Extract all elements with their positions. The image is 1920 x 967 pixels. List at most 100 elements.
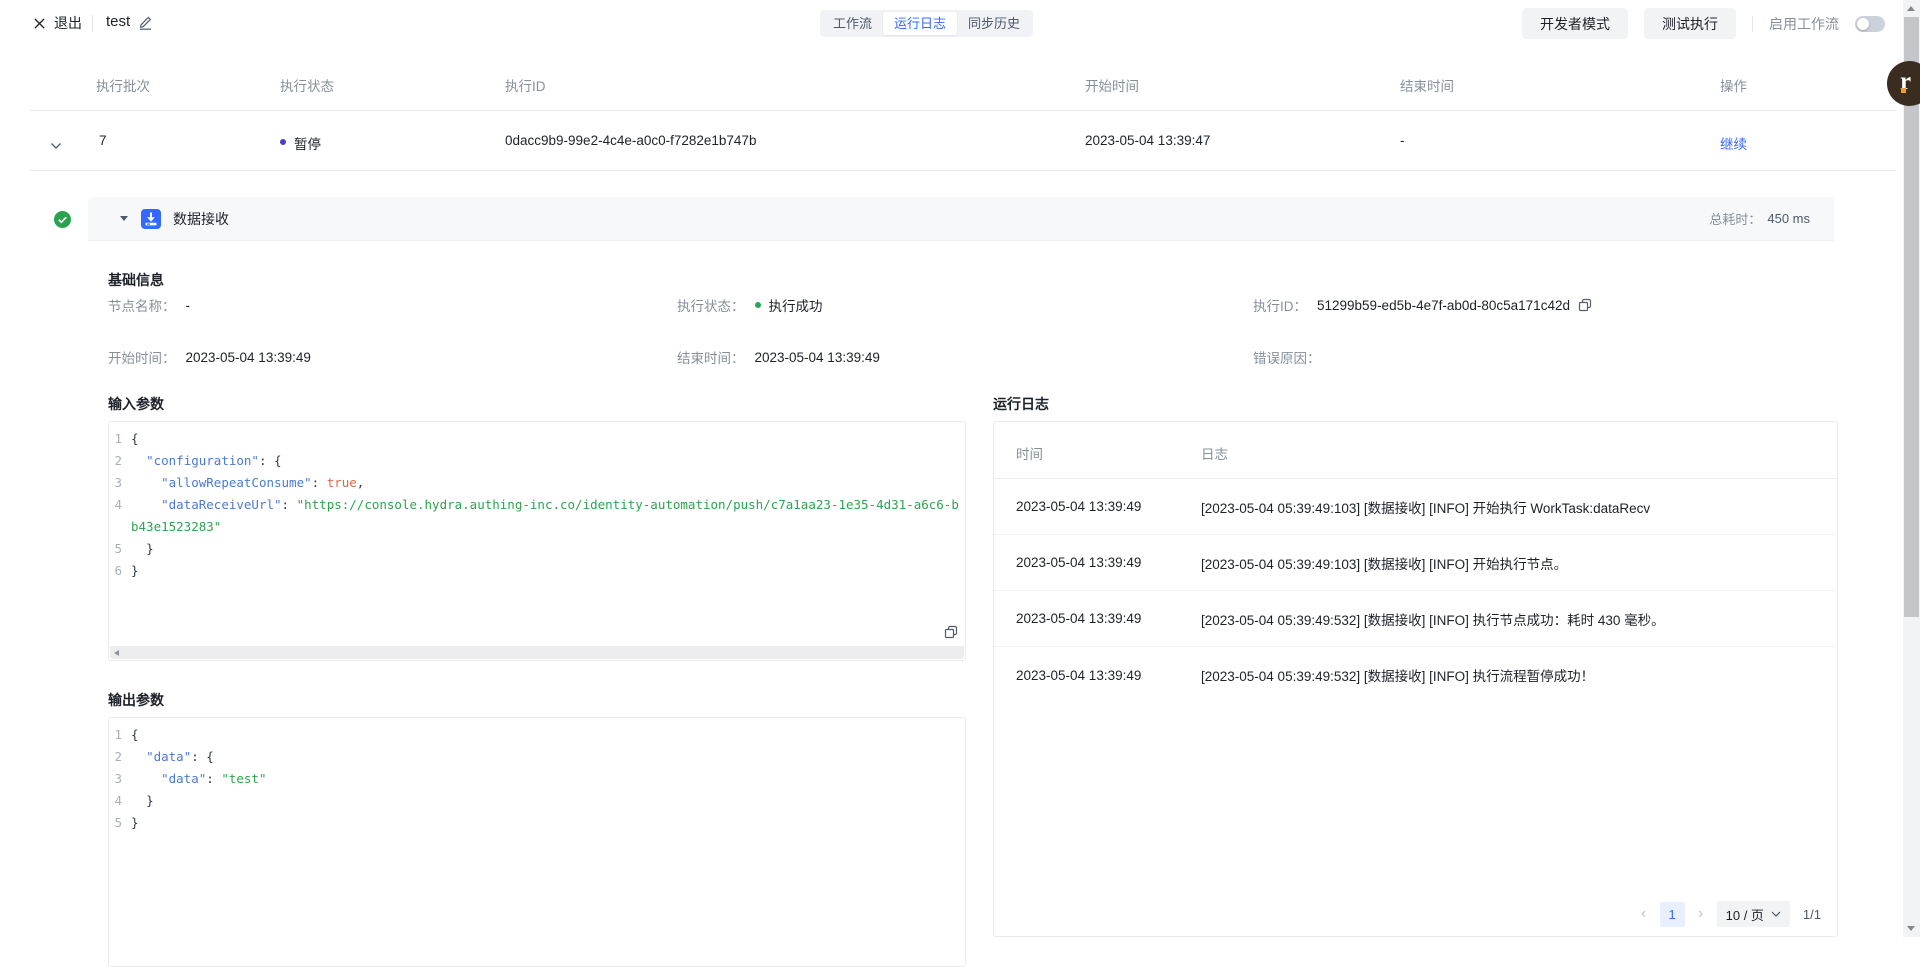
col-header-end-time: 结束时间 <box>1400 75 1454 95</box>
line-number: 6 <box>109 560 131 582</box>
code-line: 4 } <box>109 790 959 812</box>
node-panel-header[interactable]: 数据接收 总耗时： 450 ms <box>88 197 1834 241</box>
tab-run-log[interactable]: 运行日志 <box>883 12 957 35</box>
enable-workflow-label: 启用工作流 <box>1769 14 1839 34</box>
code-text: "allowRepeatConsume": true, <box>131 472 959 494</box>
line-number: 5 <box>109 812 131 834</box>
field-value: 2023-05-04 13:39:49 <box>755 350 880 365</box>
log-row-time: 2023-05-04 13:39:49 <box>1016 668 1201 683</box>
copy-icon[interactable] <box>944 625 958 642</box>
run-log-table: 时间 日志 2023-05-04 13:39:49[2023-05-04 05:… <box>993 421 1838 937</box>
close-icon <box>33 17 46 30</box>
page-size-select[interactable]: 10 / 页 <box>1717 901 1790 927</box>
exit-button[interactable]: 退出 <box>33 13 82 33</box>
line-number: 1 <box>109 428 131 450</box>
code-text: } <box>131 538 959 560</box>
page-number-button[interactable]: 1 <box>1660 902 1685 927</box>
scrollbar-thumb[interactable] <box>1904 17 1919 617</box>
log-row-time: 2023-05-04 13:39:49 <box>1016 555 1201 570</box>
status-dot-success <box>755 302 761 308</box>
tab-workflow[interactable]: 工作流 <box>822 12 883 35</box>
row-end-time: - <box>1400 133 1405 148</box>
code-text: "configuration": { <box>131 450 959 472</box>
field-value: 51299b59-ed5b-4e7f-ab0d-80c5a171c42d <box>1317 298 1570 313</box>
code-line: 2 "data": { <box>109 746 959 768</box>
line-number: 4 <box>109 790 131 812</box>
row-action-continue[interactable]: 继续 <box>1720 133 1747 153</box>
node-title: 数据接收 <box>173 209 229 229</box>
code-text: "dataReceiveUrl": "https://console.hydra… <box>131 494 959 538</box>
field-label: 开始时间： <box>108 347 176 367</box>
developer-mode-button[interactable]: 开发者模式 <box>1522 8 1628 39</box>
scroll-down-arrow-icon[interactable] <box>1907 926 1915 931</box>
code-text: { <box>131 428 959 450</box>
total-time-value: 450 ms <box>1767 211 1810 226</box>
scroll-left-arrow-icon[interactable] <box>114 650 119 656</box>
enable-workflow-toggle[interactable] <box>1855 16 1885 32</box>
pagination: ‹ 1 › 10 / 页 1/1 <box>1637 901 1821 927</box>
code-line: 2 "configuration": { <box>109 450 959 472</box>
line-number: 3 <box>109 768 131 790</box>
field-label: 执行ID： <box>1253 295 1307 315</box>
code-line: 3 "allowRepeatConsume": true, <box>109 472 959 494</box>
next-page-button[interactable]: › <box>1694 902 1708 926</box>
log-row: 2023-05-04 13:39:49[2023-05-04 05:39:49:… <box>994 591 1837 647</box>
horizontal-scrollbar[interactable] <box>110 646 964 659</box>
code-text: "data": { <box>131 746 959 768</box>
code-line: 1{ <box>109 428 959 450</box>
status-dot-paused <box>280 139 286 145</box>
field-label: 错误原因： <box>1253 347 1321 367</box>
log-row-time: 2023-05-04 13:39:49 <box>1016 611 1201 626</box>
code-text: } <box>131 812 959 834</box>
code-line: 6} <box>109 560 959 582</box>
copy-icon[interactable] <box>1578 298 1592 312</box>
output-params-heading: 输出参数 <box>108 690 164 710</box>
code-text: { <box>131 724 959 746</box>
code-text: "data": "test" <box>131 768 959 790</box>
log-row-message: [2023-05-04 05:39:49:103] [数据接收] [INFO] … <box>1201 497 1837 517</box>
line-number: 1 <box>109 724 131 746</box>
output-params-code-editor[interactable]: 1{2 "data": {3 "data": "test"4 }5} <box>108 717 966 967</box>
input-params-heading: 输入参数 <box>108 394 164 414</box>
col-header-status: 执行状态 <box>280 75 334 95</box>
edit-pencil-icon[interactable] <box>138 15 153 35</box>
field-label: 结束时间： <box>677 347 745 367</box>
run-log-heading: 运行日志 <box>993 394 1049 414</box>
floating-r-badge[interactable]: r <box>1887 61 1920 106</box>
code-line: 3 "data": "test" <box>109 768 959 790</box>
vertical-scrollbar[interactable] <box>1903 0 1920 937</box>
exit-label: 退出 <box>54 13 82 33</box>
row-exec-id: 0dacc9b9-99e2-4c4e-a0c0-f7282e1b747b <box>505 133 756 148</box>
topbar: 退出 test 工作流 运行日志 同步历史 开发者模式 测试执行 启用工作流 <box>0 0 1920 47</box>
code-line: 5 } <box>109 538 959 560</box>
data-receive-node-icon <box>141 209 161 229</box>
line-number: 2 <box>109 746 131 768</box>
code-text: } <box>131 790 959 812</box>
field-value: 2023-05-04 13:39:49 <box>186 350 311 365</box>
col-header-start-time: 开始时间 <box>1085 75 1139 95</box>
col-header-exec-id: 执行ID <box>505 75 546 95</box>
run-log-header: 时间 日志 <box>994 422 1837 479</box>
r-badge-letter: r <box>1900 68 1911 96</box>
chevron-down-icon <box>1771 911 1781 917</box>
line-number: 5 <box>109 538 131 560</box>
line-number: 3 <box>109 472 131 494</box>
tab-sync-history[interactable]: 同步历史 <box>957 12 1031 35</box>
total-time-label: 总耗时： <box>1709 209 1761 228</box>
view-tabs: 工作流 运行日志 同步历史 <box>820 10 1033 37</box>
field-node-name: 节点名称： - <box>108 295 190 315</box>
row-start-time: 2023-05-04 13:39:47 <box>1085 133 1210 148</box>
collapse-caret-icon[interactable] <box>120 216 128 221</box>
row-expand-chevron-icon[interactable] <box>50 137 62 155</box>
topbar-divider <box>1752 16 1753 32</box>
field-error-reason: 错误原因： <box>1253 347 1331 367</box>
table-row-divider <box>30 170 1896 171</box>
field-label: 执行状态： <box>677 295 745 315</box>
test-run-button[interactable]: 测试执行 <box>1644 8 1736 39</box>
row-batch: 7 <box>99 133 107 148</box>
scroll-up-arrow-icon[interactable] <box>1907 6 1915 11</box>
log-row: 2023-05-04 13:39:49[2023-05-04 05:39:49:… <box>994 647 1837 703</box>
code-text: } <box>131 560 959 582</box>
prev-page-button[interactable]: ‹ <box>1637 902 1651 926</box>
input-params-code-editor[interactable]: 1{2 "configuration": {3 "allowRepeatCons… <box>108 421 966 661</box>
